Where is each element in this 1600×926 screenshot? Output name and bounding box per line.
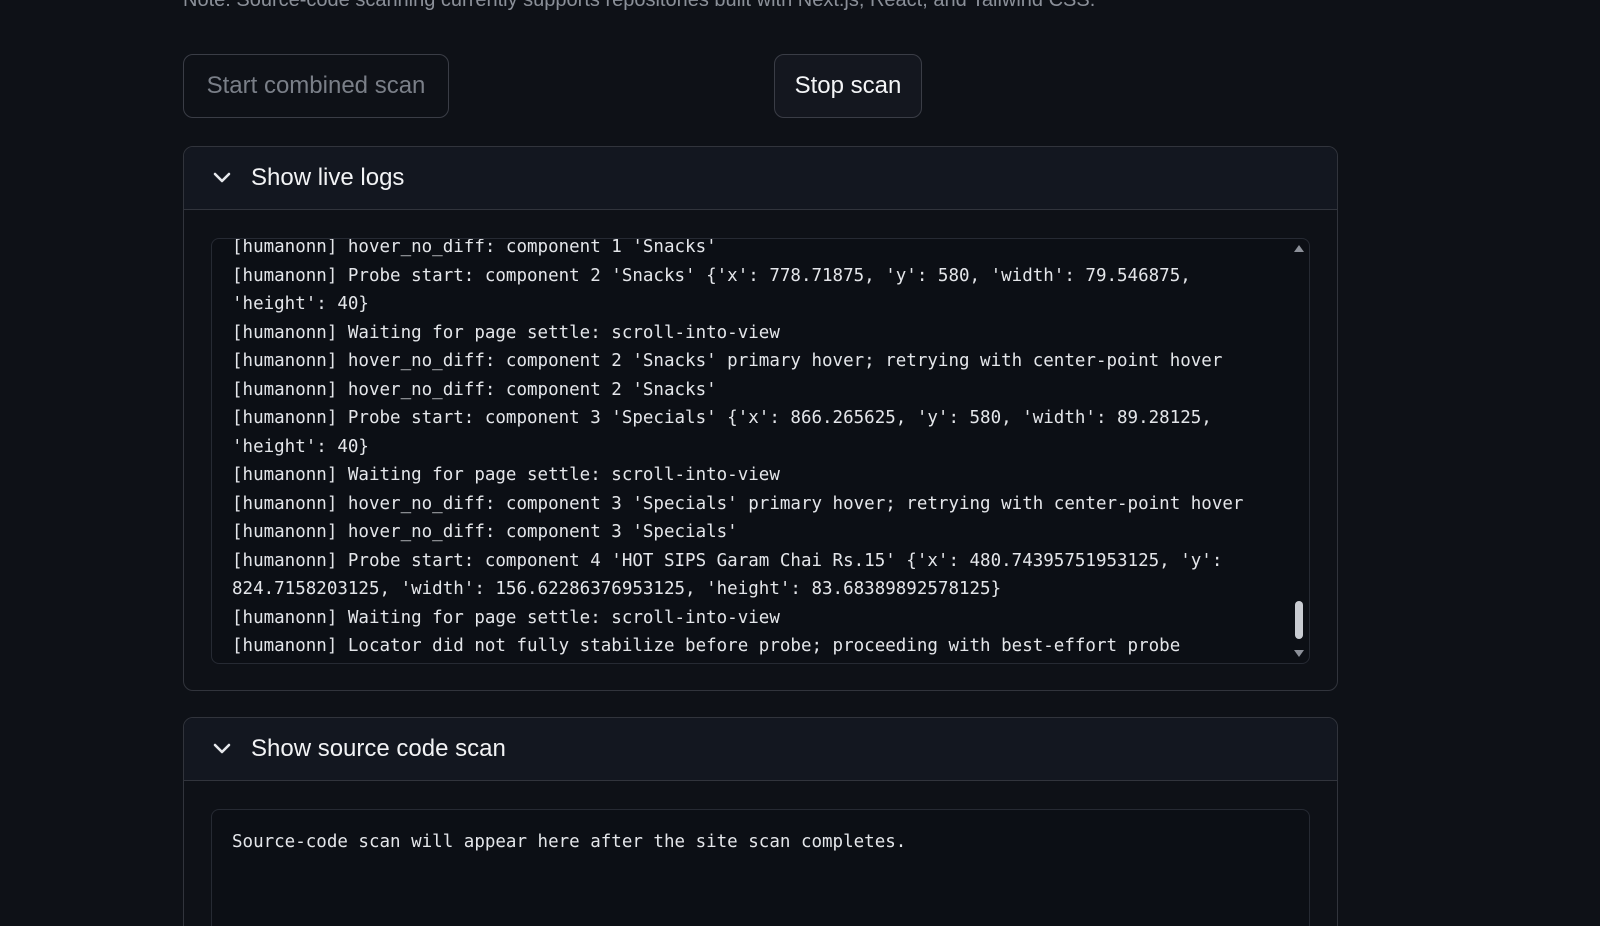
- log-line: 'height': 40}: [232, 294, 369, 314]
- log-line: [humanonn] hover_no_diff: component 2 'S…: [232, 351, 1223, 371]
- log-line: [humanonn] Waiting for page settle: scro…: [232, 465, 780, 485]
- support-note: Note: Source-code scanning currently sup…: [183, 0, 1096, 11]
- live-logs-expander: Show live logs [humanonn] hover_no_diff:…: [183, 146, 1338, 691]
- source-scan-title: Show source code scan: [251, 735, 506, 762]
- live-logs-area[interactable]: [humanonn] hover_no_diff: component 1 'S…: [211, 238, 1310, 664]
- live-logs-title: Show live logs: [251, 164, 405, 191]
- log-line: 824.7158203125, 'width': 156.62286376953…: [232, 579, 1002, 599]
- log-line: [humanonn] Waiting for page settle: scro…: [232, 607, 780, 628]
- log-line: [humanonn] Locator did not fully stabili…: [232, 636, 1181, 656]
- log-line: [humanonn] hover_no_diff: component 2 'S…: [232, 379, 717, 400]
- source-scan-output[interactable]: Source-code scan will appear here after …: [211, 809, 1310, 926]
- scrollbar-thumb[interactable]: [1295, 601, 1303, 639]
- stop-scan-button[interactable]: Stop scan: [774, 54, 922, 118]
- start-combined-scan-button[interactable]: Start combined scan: [183, 54, 449, 118]
- log-line: [humanonn] Probe start: component 3 'Spe…: [232, 408, 1212, 428]
- scroll-up-arrow-icon[interactable]: [1294, 245, 1304, 252]
- source-scan-placeholder: Source-code scan will appear here after …: [232, 832, 907, 852]
- source-scan-header[interactable]: Show source code scan: [184, 718, 1337, 781]
- chevron-down-icon: [213, 743, 231, 754]
- log-lines: [humanonn] hover_no_diff: component 1 'S…: [232, 238, 1279, 661]
- scroll-down-arrow-icon[interactable]: [1294, 650, 1304, 657]
- log-scrollbar[interactable]: [1293, 243, 1305, 659]
- log-line: [humanonn] hover_no_diff: component 3 'S…: [232, 522, 738, 542]
- source-code-scan-expander: Show source code scan Source-code scan w…: [183, 717, 1338, 926]
- log-line: [humanonn] Probe start: component 2 'Sna…: [232, 265, 1191, 286]
- log-line: 'height': 40}: [232, 436, 369, 457]
- log-line: [humanonn] Probe start: component 4 'HOT…: [232, 550, 1223, 571]
- chevron-down-icon: [213, 172, 231, 183]
- live-logs-header[interactable]: Show live logs: [184, 147, 1337, 210]
- log-line: [humanonn] Waiting for page settle: scro…: [232, 322, 780, 343]
- log-line: [humanonn] hover_no_diff: component 1 'S…: [232, 238, 717, 257]
- scan-page: Note: Source-code scanning currently sup…: [0, 0, 1600, 926]
- log-line: [humanonn] hover_no_diff: component 3 'S…: [232, 493, 1244, 514]
